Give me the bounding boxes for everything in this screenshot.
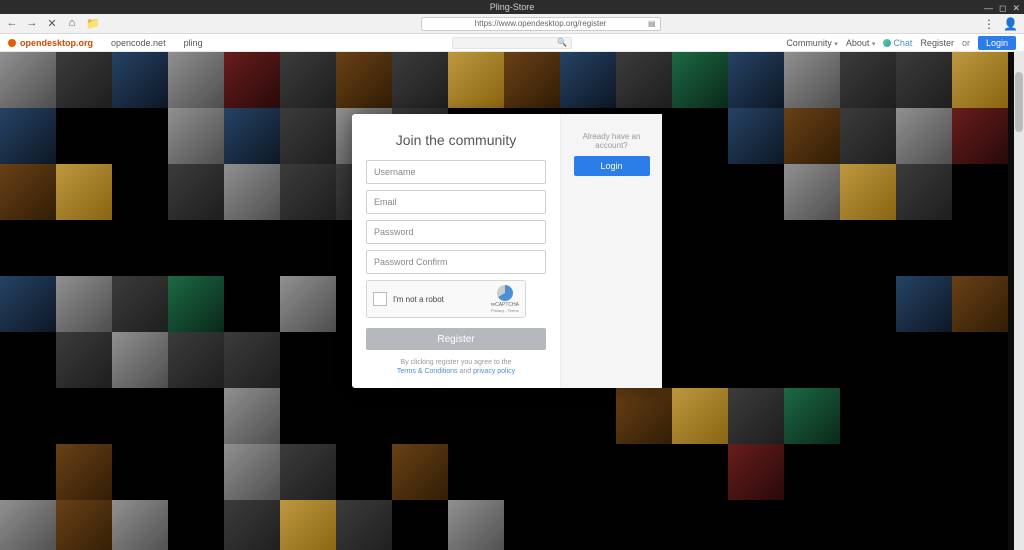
window-title: Pling-Store — [490, 2, 535, 12]
chat-icon — [883, 39, 891, 47]
browser-toolbar: ← → ✕ ⌂ 📁 https://www.opendesktop.org/re… — [0, 14, 1024, 34]
window-titlebar: Pling-Store — ◻ ✕ — [0, 0, 1024, 14]
window-controls: — ◻ ✕ — [984, 1, 1020, 15]
terms-link[interactable]: Terms & Conditions — [397, 368, 458, 375]
or-label: or — [962, 38, 970, 48]
kebab-icon[interactable]: ⋮ — [983, 17, 995, 31]
recaptcha-label: I'm not a robot — [393, 295, 444, 304]
minimize-icon[interactable]: — — [984, 1, 993, 15]
folder-icon[interactable]: 📁 — [86, 17, 98, 30]
recaptcha-checkbox[interactable] — [373, 292, 387, 306]
url-text: https://www.opendesktop.org/register — [475, 19, 607, 28]
url-bar[interactable]: https://www.opendesktop.org/register ▤ — [421, 17, 661, 31]
back-icon[interactable]: ← — [6, 17, 18, 30]
login-side: Already have an account? Login — [560, 114, 662, 388]
modal-title: Join the community — [366, 132, 546, 148]
stop-icon[interactable]: ✕ — [46, 17, 58, 30]
register-button[interactable]: Register — [366, 328, 546, 350]
recaptcha-icon — [497, 285, 513, 301]
site-header: opendesktop.org opencode.net pling 🔍 Com… — [0, 34, 1024, 52]
link-opencode[interactable]: opencode.net — [111, 38, 166, 48]
chevron-down-icon: ▾ — [872, 41, 876, 48]
vertical-scrollbar[interactable] — [1014, 52, 1024, 550]
search-icon: 🔍 — [557, 38, 567, 47]
main-stage: Join the community Username Email Passwo… — [0, 52, 1024, 550]
email-field[interactable]: Email — [366, 190, 546, 214]
password-confirm-field[interactable]: Password Confirm — [366, 250, 546, 274]
maximize-icon[interactable]: ◻ — [999, 1, 1006, 15]
brand[interactable]: opendesktop.org — [8, 38, 93, 48]
menu-about[interactable]: About ▾ — [846, 38, 876, 48]
site-header-right: Community ▾ About ▾ Chat Register or Log… — [786, 36, 1016, 50]
close-icon[interactable]: ✕ — [1012, 1, 1020, 15]
login-button[interactable]: Login — [978, 36, 1016, 50]
register-link[interactable]: Register — [920, 38, 954, 48]
recaptcha-badge: reCAPTCHA Privacy - Terms — [491, 285, 519, 313]
reader-mode-icon[interactable]: ▤ — [648, 19, 656, 28]
toolbar-right: ⋮ 👤 — [983, 17, 1018, 31]
link-pling[interactable]: pling — [184, 38, 203, 48]
login-question: Already have an account? — [571, 132, 652, 150]
brand-text: opendesktop.org — [20, 38, 93, 48]
register-form: Join the community Username Email Passwo… — [352, 114, 560, 388]
agree-text: By clicking register you agree to the Te… — [366, 358, 546, 376]
modal-login-button[interactable]: Login — [574, 156, 650, 176]
password-field[interactable]: Password — [366, 220, 546, 244]
url-wrap: https://www.opendesktop.org/register ▤ — [108, 17, 973, 31]
register-modal: Join the community Username Email Passwo… — [352, 114, 662, 388]
account-icon[interactable]: 👤 — [1003, 17, 1018, 31]
username-field[interactable]: Username — [366, 160, 546, 184]
nav-icons: ← → ✕ ⌂ 📁 — [6, 17, 98, 30]
forward-icon[interactable]: → — [26, 17, 38, 30]
scrollbar-thumb[interactable] — [1015, 72, 1023, 132]
chat-link[interactable]: Chat — [883, 38, 912, 48]
menu-community[interactable]: Community ▾ — [786, 38, 838, 48]
brand-logo-icon — [8, 39, 16, 47]
home-icon[interactable]: ⌂ — [66, 17, 78, 30]
privacy-link[interactable]: privacy policy — [473, 368, 515, 375]
site-search-input[interactable]: 🔍 — [452, 37, 572, 49]
chevron-down-icon: ▾ — [834, 41, 838, 48]
recaptcha-widget[interactable]: I'm not a robot reCAPTCHA Privacy - Term… — [366, 280, 526, 318]
